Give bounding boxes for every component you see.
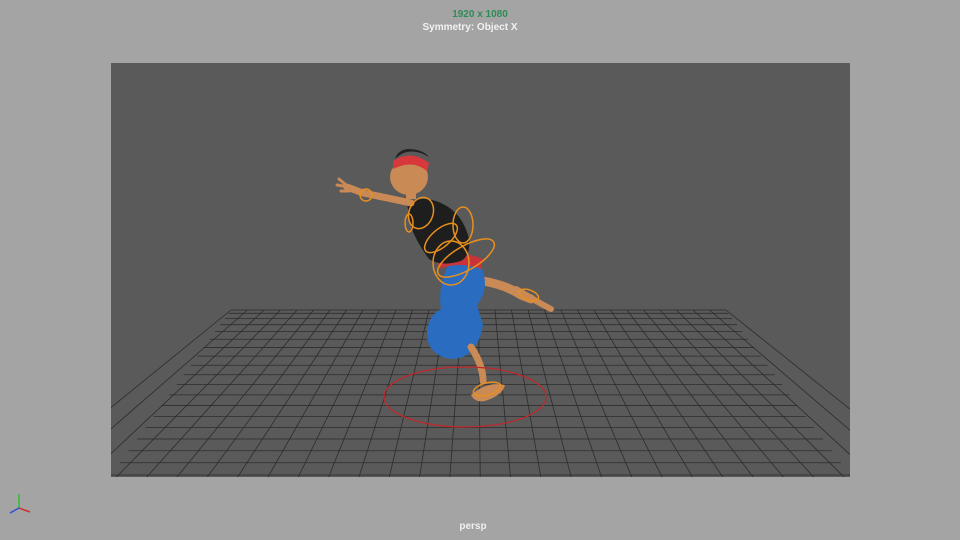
resolution-gate[interactable] xyxy=(111,63,850,477)
grid-line xyxy=(643,309,784,477)
camera-name-label: persp xyxy=(459,521,487,532)
grid-line xyxy=(676,309,845,477)
grid-line xyxy=(146,309,298,477)
grid-line xyxy=(111,309,248,430)
grid-line xyxy=(692,309,850,456)
grid-line xyxy=(610,309,724,477)
grid-line xyxy=(176,309,314,477)
grid-line xyxy=(593,309,693,477)
grid-line xyxy=(388,309,430,477)
grid-line xyxy=(297,309,380,477)
hud-symmetry-text: Symmetry: Object X xyxy=(422,22,518,33)
grid-line xyxy=(709,309,850,431)
grid-line xyxy=(725,309,850,410)
grid-line xyxy=(115,309,281,477)
hud-resolution-text: 1920 x 1080 xyxy=(452,9,508,20)
z-axis-line xyxy=(9,507,20,514)
grid-line xyxy=(659,309,815,477)
grid-line xyxy=(511,309,542,477)
maya-viewport[interactable]: 1920 x 1080 Symmetry: Object X persp xyxy=(0,0,960,540)
torso-shirt xyxy=(407,199,470,264)
grid-line xyxy=(111,309,232,409)
grid-line xyxy=(358,309,413,477)
grid-line xyxy=(206,309,331,477)
character-rig[interactable] xyxy=(335,149,554,402)
grid-line xyxy=(544,309,602,477)
xyz-axis-gizmo-icon xyxy=(9,494,31,514)
grid-line xyxy=(237,309,347,477)
grid-line xyxy=(111,309,265,455)
x-axis-line xyxy=(18,507,31,513)
front-shin xyxy=(467,343,487,385)
scene-canvas[interactable] xyxy=(111,63,850,477)
